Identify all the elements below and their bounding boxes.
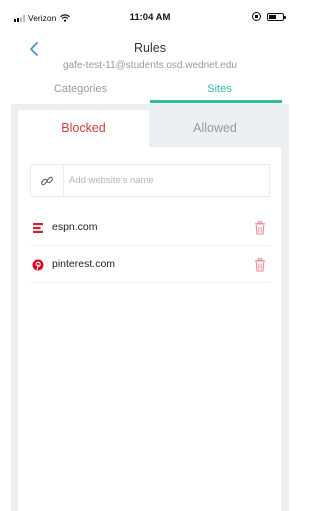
tab-categories[interactable]: Categories [11, 79, 150, 104]
site-row: espn.com [30, 210, 270, 246]
battery-icon [267, 12, 286, 21]
trash-icon[interactable] [254, 258, 266, 272]
trash-icon[interactable] [254, 221, 266, 235]
user-email: gafe-test-11@students.osd.wednet.edu [63, 60, 237, 71]
site-name: pinterest.com [52, 258, 116, 270]
site-row: pinterest.com [30, 247, 270, 283]
pinterest-logo-icon [32, 259, 44, 271]
segment-blocked[interactable]: Blocked [18, 110, 149, 147]
sites-panel: Blocked Allowed espn.com [18, 110, 281, 511]
page-title: Rules [134, 41, 166, 55]
add-site-row [30, 164, 270, 197]
site-name: espn.com [52, 221, 98, 233]
link-glyph-icon [41, 176, 53, 185]
status-bar: Verizon 11:04 AM [0, 0, 300, 34]
active-tab-indicator [150, 100, 282, 103]
rules-tabs: Categories Sites [11, 79, 289, 104]
rotation-lock-icon [252, 12, 261, 21]
blocked-allowed-toggle: Blocked Allowed [18, 110, 281, 147]
segment-allowed[interactable]: Allowed [149, 110, 281, 147]
espn-logo-icon [33, 223, 43, 233]
add-website-input[interactable] [69, 165, 267, 196]
link-icon[interactable] [31, 165, 64, 196]
status-right [252, 12, 286, 21]
